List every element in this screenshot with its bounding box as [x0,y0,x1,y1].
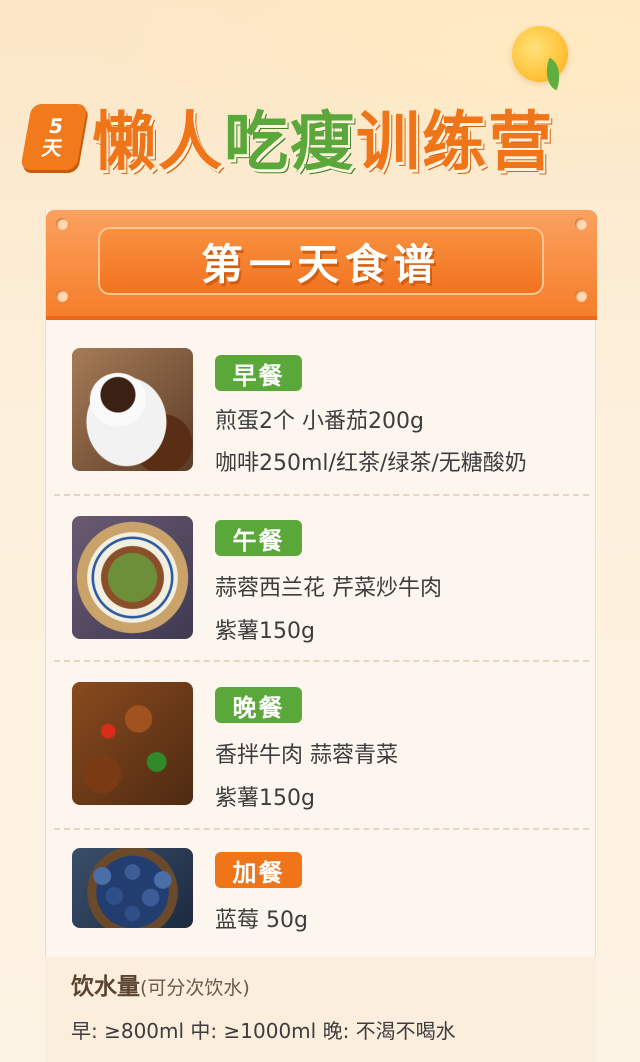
snack-image [72,848,193,928]
dinner-line-1: 香拌牛肉 蒜蓉青菜 [215,743,398,768]
banner-frame: 第一天食谱 [98,227,544,295]
orange-fruit-icon [512,26,568,82]
day-banner: 第一天食谱 [46,210,597,316]
snack-line-1: 蓝莓 50g [215,908,308,933]
day-count-badge: 5 天 [20,104,88,170]
title-part-lazy: 懒人 [92,106,224,180]
page-title: 5 天 懒人 吃瘦 训练营 [20,92,554,182]
dinner-image [72,682,193,805]
dinner-line-2: 紫薯150g [215,786,315,811]
meal-divider [54,828,589,830]
breakfast-image [72,348,193,471]
lunch-line-2: 紫薯150g [215,619,315,644]
snack-tag: 加餐 [215,852,302,888]
day-count-number: 5 [46,114,66,138]
day-count-unit: 天 [39,136,65,160]
breakfast-line-1: 煎蛋2个 小番茄200g [215,409,424,434]
water-title-text: 饮水量 [71,974,140,1000]
rivet-icon [575,290,587,302]
water-intake-section: 饮水量(可分次饮水) 早: ≥800ml 中: ≥1000ml 晚: 不渴不喝水 [45,957,596,1062]
water-title: 饮水量(可分次饮水) [71,967,250,1001]
breakfast-tag: 早餐 [215,355,302,391]
meal-divider [54,660,589,662]
breakfast-line-2: 咖啡250ml/红茶/绿茶/无糖酸奶 [215,451,527,476]
title-part-eat-slim: 吃瘦 [224,106,356,180]
dinner-tag: 晚餐 [215,687,302,723]
rivet-icon [575,218,587,230]
rivet-icon [56,218,68,230]
rivet-icon [56,290,68,302]
lunch-tag: 午餐 [215,520,302,556]
water-detail: 早: ≥800ml 中: ≥1000ml 晚: 不渴不喝水 [71,1019,456,1043]
lunch-image [72,516,193,639]
banner-title: 第一天食谱 [200,239,441,289]
lunch-line-1: 蒜蓉西兰花 芹菜炒牛肉 [215,576,442,601]
water-subtitle: (可分次饮水) [140,977,250,999]
recipe-card: 第一天食谱 早餐 煎蛋2个 小番茄200g 咖啡250ml/红茶/绿茶/无糖酸奶… [45,210,597,1062]
title-part-camp: 训练营 [356,106,554,180]
meal-divider [54,494,589,496]
